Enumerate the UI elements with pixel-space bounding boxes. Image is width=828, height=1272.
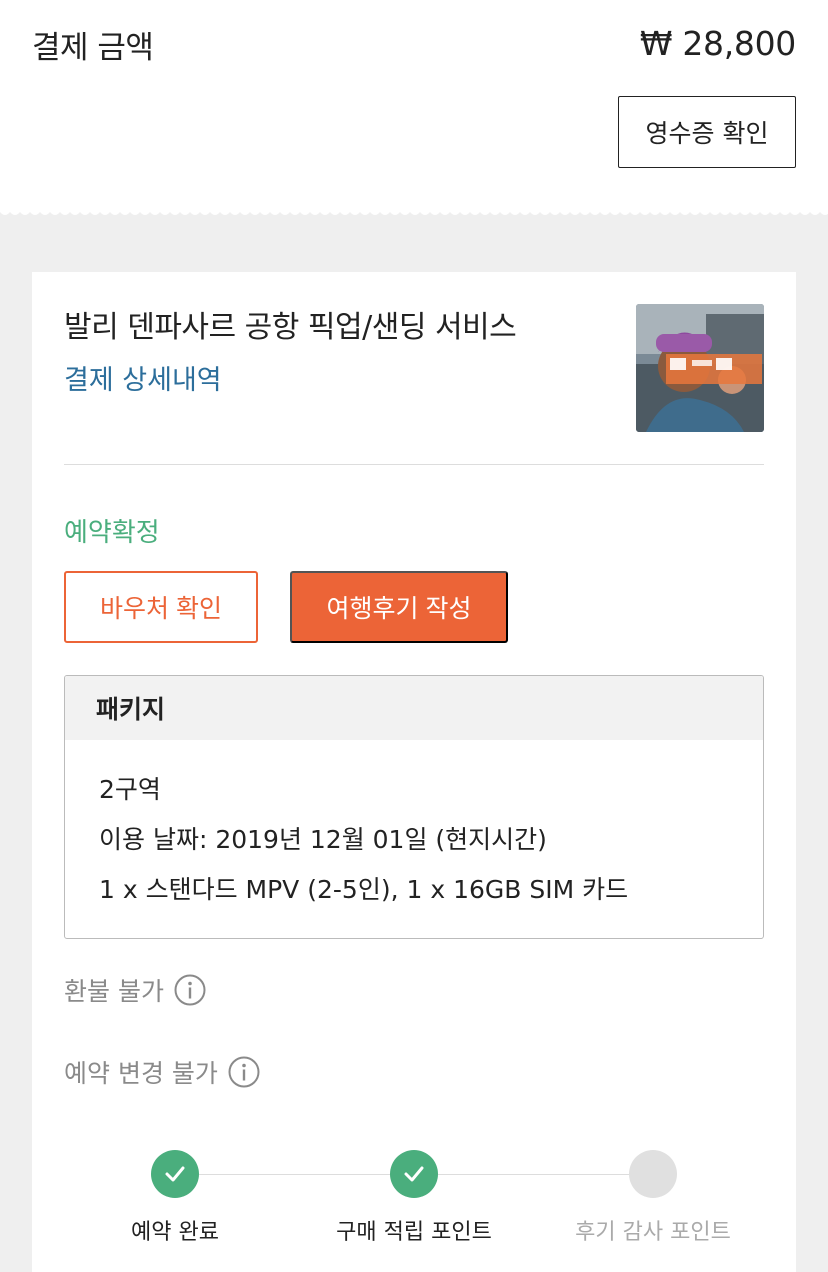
change-policy-label: 예약 변경 불가: [64, 1059, 218, 1088]
section-divider: [64, 464, 764, 465]
payment-amount: ₩ 28,800: [639, 24, 796, 63]
product-photo-icon: [636, 304, 764, 432]
receipt-button[interactable]: 영수증 확인: [618, 96, 796, 168]
product-thumbnail[interactable]: [636, 304, 764, 432]
refund-policy[interactable]: 환불 불가: [64, 972, 206, 1008]
package-box: 패키지 2구역 이용 날짜: 2019년 12월 01일 (현지시간) 1 x …: [64, 675, 764, 939]
check-icon: [404, 1166, 424, 1182]
step-label-review-points: 후기 감사 포인트: [575, 1220, 731, 1245]
step-label-purchase-points: 구매 적립 포인트: [336, 1220, 492, 1245]
payment-label: 결제 금액: [32, 30, 154, 66]
change-policy[interactable]: 예약 변경 불가: [64, 1054, 260, 1090]
refund-policy-label: 환불 불가: [64, 977, 164, 1006]
package-header: 패키지: [65, 676, 763, 740]
step-dot-purchase-points: [390, 1150, 438, 1198]
step-dot-review-points: [629, 1150, 677, 1198]
payment-summary: 결제 금액 ₩ 28,800 영수증 확인: [0, 0, 828, 214]
step-label-reservation-complete: 예약 완료: [131, 1220, 219, 1245]
payment-detail-link[interactable]: 결제 상세내역: [64, 358, 222, 397]
booking-card: 발리 덴파사르 공항 픽업/샌딩 서비스 결제 상세내역 예약확정 바우처 확인…: [32, 272, 796, 1272]
write-review-button[interactable]: 여행후기 작성: [290, 571, 508, 643]
info-icon[interactable]: [228, 1056, 260, 1088]
package-date: 이용 날짜: 2019년 12월 01일 (현지시간): [99, 825, 547, 854]
info-icon[interactable]: [174, 974, 206, 1006]
voucher-button[interactable]: 바우처 확인: [64, 571, 258, 643]
product-title: 발리 덴파사르 공항 픽업/샌딩 서비스: [64, 310, 517, 345]
package-items: 1 x 스탠다드 MPV (2-5인), 1 x 16GB SIM 카드: [99, 875, 629, 904]
check-icon: [165, 1166, 185, 1182]
step-dot-reservation-complete: [151, 1150, 199, 1198]
package-zone: 2구역: [99, 775, 161, 804]
booking-status: 예약확정: [64, 518, 160, 548]
zigzag-divider: [0, 208, 828, 222]
